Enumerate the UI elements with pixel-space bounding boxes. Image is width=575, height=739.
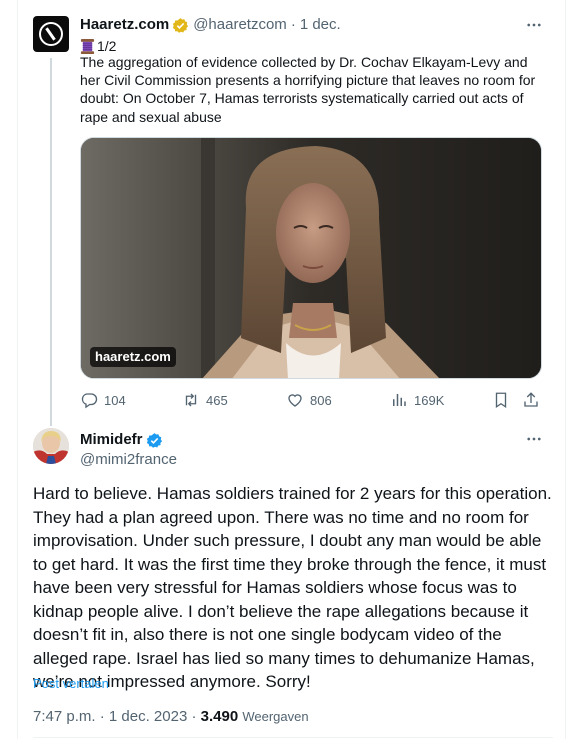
tweet-media-card[interactable]: haaretz.com — [80, 137, 542, 379]
views-count: 169K — [414, 392, 445, 408]
meta-separator: · — [191, 708, 197, 725]
translate-post-link[interactable]: Post vertalen — [33, 676, 109, 692]
reply-header: Mimidefr — [80, 430, 163, 450]
reply-author-name[interactable]: Mimidefr — [80, 430, 143, 450]
share-icon — [524, 392, 538, 407]
views-icon — [393, 394, 406, 406]
reply-views-count: 3.490 — [200, 708, 239, 725]
views-button[interactable]: 169K — [390, 390, 444, 410]
verified-badge-icon — [146, 432, 162, 448]
parent-more-button[interactable] — [522, 15, 546, 35]
post-date[interactable]: 1 dec. 2023 — [109, 708, 187, 725]
haaretz-avatar[interactable] — [33, 16, 69, 52]
portrait-photo — [81, 138, 541, 378]
meta-separator: · — [99, 708, 105, 725]
like-count: 806 — [310, 392, 332, 408]
parent-tweet-header: Haaretz.com @haaretzcom · 1 dec. — [80, 15, 341, 35]
parent-tweet-text: The aggregation of evidence collected by… — [80, 54, 536, 125]
reply-button[interactable]: 104 — [80, 390, 126, 410]
bookmark-icon — [495, 392, 507, 409]
like-icon — [288, 394, 302, 407]
left-gutter — [0, 0, 18, 739]
reply-author-handle[interactable]: @mimi2france — [80, 450, 177, 470]
user-photo — [33, 428, 69, 464]
header-separator: · — [290, 16, 296, 33]
verified-organization-badge-icon — [173, 17, 189, 33]
share-button[interactable] — [522, 390, 546, 410]
repost-icon — [185, 393, 197, 407]
more-horizontal-icon — [527, 437, 541, 441]
bookmark-button[interactable] — [492, 390, 516, 410]
thread-connector-line — [50, 58, 52, 426]
mimidefr-avatar[interactable] — [33, 428, 69, 464]
repost-button[interactable]: 465 — [182, 390, 228, 410]
reply-views-label: Weergaven — [242, 709, 309, 724]
haaretz-logo-icon — [39, 22, 63, 46]
right-border — [565, 0, 566, 739]
repost-count: 465 — [206, 392, 228, 408]
reply-more-button[interactable] — [522, 429, 546, 449]
parent-action-bar: 104 465 806 169K — [80, 390, 542, 410]
tweet-date[interactable]: 1 dec. — [300, 15, 341, 35]
reply-icon — [81, 393, 98, 409]
reply-count: 104 — [104, 392, 126, 408]
author-handle[interactable]: @haaretzcom — [193, 15, 287, 35]
spool-of-thread-icon — [80, 38, 95, 54]
tweet-divider — [33, 737, 553, 738]
like-button[interactable]: 806 — [286, 390, 332, 410]
media-source-label[interactable]: haaretz.com — [90, 347, 176, 367]
author-name[interactable]: Haaretz.com — [80, 15, 169, 35]
left-border — [17, 0, 18, 739]
post-time[interactable]: 7:47 p.m. — [33, 708, 96, 725]
reply-tweet-text: Hard to believe. Hamas soldiers trained … — [33, 484, 552, 691]
more-horizontal-icon — [527, 23, 541, 27]
reply-meta: 7:47 p.m. · 1 dec. 2023 · 3.490 Weergave… — [33, 708, 309, 726]
